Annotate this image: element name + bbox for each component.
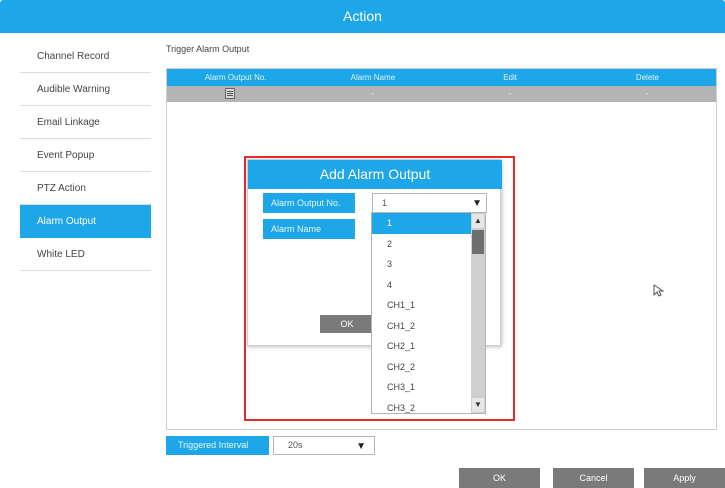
sidebar-item-white-led[interactable]: White LED [20, 238, 151, 271]
sidebar-item-email-linkage[interactable]: Email Linkage [20, 106, 151, 139]
cell-edit: - [508, 89, 512, 98]
column-header-delete: Delete [635, 73, 659, 82]
sidebar-item-audible-warning[interactable]: Audible Warning [20, 73, 151, 106]
column-header-output-no: Alarm Output No. [204, 73, 267, 82]
sidebar-item-event-popup[interactable]: Event Popup [20, 139, 151, 172]
cancel-button[interactable]: Cancel [553, 468, 634, 488]
highlight-box [244, 156, 515, 421]
sidebar-item-ptz-action[interactable]: PTZ Action [20, 172, 151, 205]
table-row: - - - [167, 86, 716, 102]
ok-button[interactable]: OK [459, 468, 540, 488]
apply-button[interactable]: Apply [644, 468, 725, 488]
add-row-icon[interactable] [225, 88, 235, 99]
triggered-interval-label: Triggered Interval [166, 436, 269, 455]
dropdown-arrow-icon: ▼ [356, 441, 366, 452]
sidebar-item-channel-record[interactable]: Channel Record [20, 40, 151, 73]
triggered-interval-select[interactable]: 20s ▼ [273, 436, 375, 455]
section-title: Trigger Alarm Output [166, 44, 250, 54]
window-title: Action [343, 8, 382, 24]
table-header: Alarm Output No. Alarm Name Edit Delete [167, 69, 716, 86]
column-header-edit: Edit [503, 73, 518, 82]
mouse-cursor-icon [653, 284, 665, 297]
cell-delete: - [646, 89, 649, 98]
column-header-alarm-name: Alarm Name [350, 73, 396, 82]
cell-alarm-name: - [371, 89, 375, 98]
sidebar-item-alarm-output[interactable]: Alarm Output [20, 205, 151, 238]
sidebar: Channel Record Audible Warning Email Lin… [20, 40, 151, 271]
cell-add [167, 86, 304, 102]
title-bar: Action [0, 0, 725, 33]
triggered-interval-value: 20s [288, 440, 303, 450]
